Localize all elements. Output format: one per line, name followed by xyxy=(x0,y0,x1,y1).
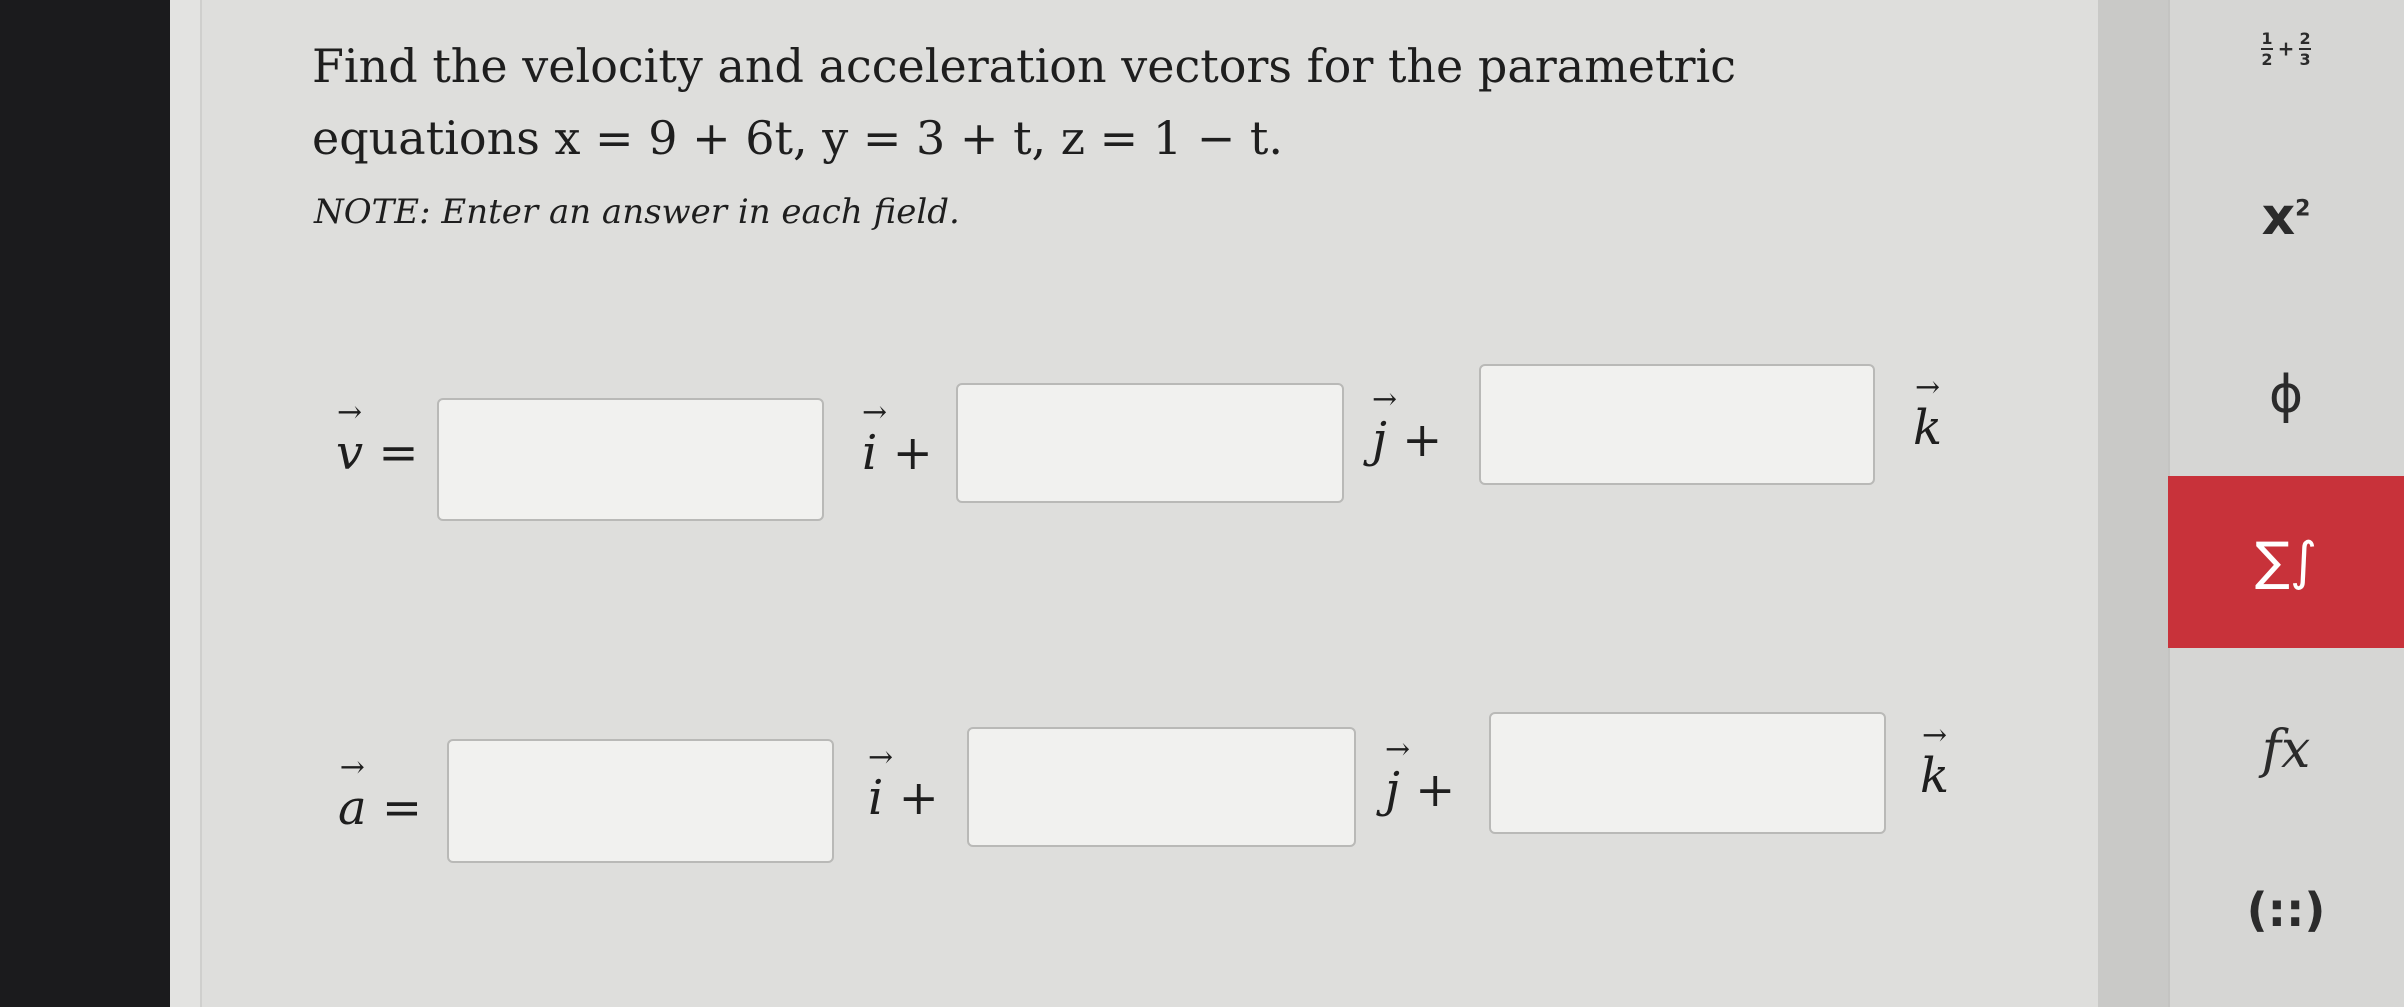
calculus-tool-button[interactable]: ∑∫ xyxy=(2168,476,2404,648)
velocity-i-input[interactable] xyxy=(437,398,824,521)
acceleration-j-input[interactable] xyxy=(967,727,1356,847)
question-line-2: equations x = 9 + 6t, y = 3 + t, z = 1 −… xyxy=(312,111,1283,165)
acceleration-i-label: i + xyxy=(868,740,939,826)
i-unit-symbol: i xyxy=(868,740,884,826)
acceleration-equals: = xyxy=(366,780,423,836)
question-text: Find the velocity and acceleration vecto… xyxy=(312,30,1872,174)
fraction-num-2: 2 xyxy=(2299,28,2311,48)
functions-tool-button[interactable]: fx xyxy=(2168,700,2404,800)
exponent-power: 2 xyxy=(2295,197,2311,222)
fraction-num-1: 1 xyxy=(2261,28,2273,48)
plus-sign: + xyxy=(883,770,939,826)
fraction-tool-button[interactable]: 12 + 23 xyxy=(2168,8,2404,88)
velocity-j-label: j + xyxy=(1372,382,1443,468)
j-unit-symbol: j xyxy=(1372,382,1387,468)
velocity-k-label: k xyxy=(1913,370,1942,456)
velocity-label: v = xyxy=(336,395,419,481)
plus-sign: + xyxy=(877,425,933,481)
fraction-icon: 12 xyxy=(2261,28,2273,69)
panel-scroll-edge xyxy=(2098,0,2168,1007)
acceleration-k-label: k xyxy=(1920,718,1949,804)
function-icon: fx xyxy=(2261,720,2311,780)
exponent-icon: x2 xyxy=(2262,187,2311,247)
acceleration-k-input[interactable] xyxy=(1489,712,1886,834)
special-symbols-tool-button[interactable]: ϕ xyxy=(2168,345,2404,445)
velocity-equals: = xyxy=(363,425,419,481)
exponent-base: x xyxy=(2261,187,2296,248)
k-unit-symbol: k xyxy=(1920,718,1949,804)
i-unit-symbol: i xyxy=(862,395,878,481)
k-unit-symbol: k xyxy=(1913,370,1942,456)
fraction-den-2: 3 xyxy=(2299,49,2311,69)
phi-icon: ϕ xyxy=(2268,365,2304,425)
velocity-j-input[interactable] xyxy=(956,383,1344,503)
j-unit-symbol: j xyxy=(1385,732,1400,818)
velocity-k-input[interactable] xyxy=(1479,364,1875,485)
matrix-tool-button[interactable]: (::) xyxy=(2168,860,2404,960)
acceleration-label: a = xyxy=(338,750,423,836)
plus-sign: + xyxy=(1386,412,1443,468)
matrix-icon: (::) xyxy=(2246,883,2326,937)
velocity-symbol: v xyxy=(336,395,363,481)
acceleration-symbol: a xyxy=(338,750,367,836)
plus-sign: + xyxy=(1399,762,1456,818)
question-line-1: Find the velocity and acceleration vecto… xyxy=(312,39,1736,93)
acceleration-j-label: j + xyxy=(1385,732,1456,818)
fraction-plus: + xyxy=(2277,36,2295,61)
fraction-icon-2: 23 xyxy=(2299,28,2311,69)
question-note: NOTE: Enter an answer in each field. xyxy=(314,192,960,232)
velocity-i-label: i + xyxy=(862,395,933,481)
sum-integral-icon: ∑∫ xyxy=(2254,532,2318,592)
acceleration-i-input[interactable] xyxy=(447,739,834,863)
fraction-den-1: 2 xyxy=(2261,49,2273,69)
exponent-tool-button[interactable]: x2 xyxy=(2168,160,2404,260)
